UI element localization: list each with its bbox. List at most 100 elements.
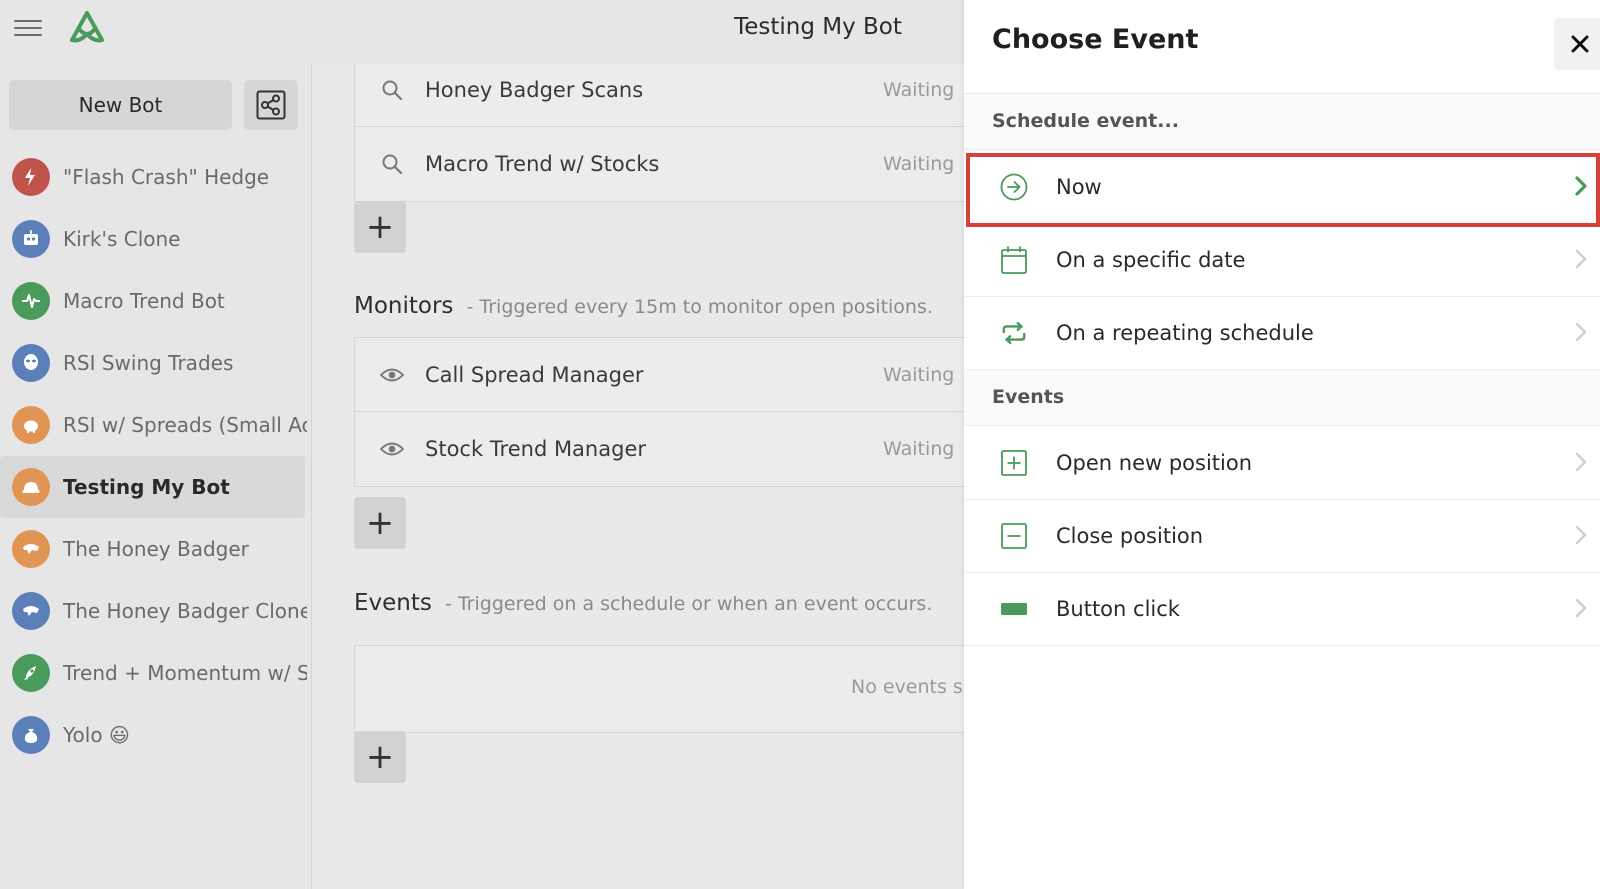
option-label: Now bbox=[1056, 175, 1102, 199]
option-repeating-schedule[interactable]: On a repeating schedule bbox=[964, 297, 1600, 370]
scan-label: Macro Trend w/ Stocks bbox=[425, 152, 660, 176]
minus-square-icon bbox=[1000, 522, 1028, 550]
scan-row-honey-badger[interactable]: Honey Badger Scans Waiting bbox=[355, 64, 964, 127]
lightning-icon bbox=[12, 158, 50, 196]
panel-title: Choose Event bbox=[992, 24, 1199, 55]
add-event-button[interactable]: + bbox=[354, 731, 406, 783]
bot-editor: Honey Badger Scans Waiting Macro Trend w… bbox=[312, 64, 964, 889]
bot-label: Testing My Bot bbox=[63, 475, 230, 499]
sidebar-bot-item[interactable]: Testing My Bot bbox=[0, 456, 305, 518]
share-icon bbox=[256, 90, 286, 120]
close-button[interactable] bbox=[1554, 18, 1600, 70]
new-bot-button[interactable]: New Bot bbox=[9, 80, 232, 130]
schedule-section-heading: Schedule event... bbox=[964, 94, 1600, 150]
option-label: Close position bbox=[1056, 524, 1204, 548]
events-heading: Events - Triggered on a schedule or when… bbox=[354, 590, 932, 616]
scans-card: Honey Badger Scans Waiting Macro Trend w… bbox=[354, 64, 964, 202]
sidebar-bot-item[interactable]: The Honey Badger Clone bbox=[0, 580, 312, 642]
add-monitor-button[interactable]: + bbox=[354, 497, 406, 549]
scan-label: Honey Badger Scans bbox=[425, 77, 644, 102]
page-title: Testing My Bot bbox=[734, 14, 902, 40]
monitors-title: Monitors bbox=[354, 293, 454, 319]
money-bag-icon bbox=[12, 716, 50, 754]
events-description: - Triggered on a schedule or when an eve… bbox=[444, 593, 933, 615]
chevron-right-icon bbox=[1574, 321, 1588, 347]
option-label: Open new position bbox=[1056, 451, 1253, 475]
top-bar: Testing My Bot bbox=[0, 0, 964, 64]
sidebar-bot-item[interactable]: RSI Swing Trades bbox=[0, 332, 312, 394]
option-button-click[interactable]: Button click bbox=[964, 573, 1600, 646]
option-close-position[interactable]: Close position bbox=[964, 500, 1600, 573]
chevron-right-icon bbox=[1574, 524, 1588, 550]
events-heading-label: Events bbox=[992, 386, 1065, 408]
schedule-heading-label: Schedule event... bbox=[992, 110, 1179, 132]
monitor-row-stock-trend[interactable]: Stock Trend Manager Waiting bbox=[355, 412, 964, 486]
bot-label: RSI Swing Trades bbox=[63, 351, 234, 375]
option-label: On a repeating schedule bbox=[1056, 321, 1314, 345]
sidebar-bot-item[interactable]: Kirk's Clone bbox=[0, 208, 312, 270]
bot-label: Macro Trend Bot bbox=[63, 289, 225, 313]
bot-label: Yolo 😃 bbox=[63, 723, 130, 747]
scan-status: Waiting bbox=[883, 78, 955, 101]
repeat-icon bbox=[1000, 319, 1028, 347]
chevron-right-icon bbox=[1574, 175, 1588, 201]
scan-row-macro-trend[interactable]: Macro Trend w/ Stocks Waiting bbox=[355, 127, 964, 201]
piggy-bank-icon bbox=[12, 406, 50, 444]
add-scan-button[interactable]: + bbox=[354, 201, 406, 253]
badger-icon bbox=[12, 592, 50, 630]
rocket-icon bbox=[12, 654, 50, 692]
sidebar-bot-item[interactable]: Trend + Momentum w/ S bbox=[0, 642, 312, 704]
option-label: On a specific date bbox=[1056, 248, 1246, 272]
bot-label: RSI w/ Spreads (Small Acc bbox=[63, 413, 307, 437]
share-button[interactable] bbox=[244, 80, 298, 130]
hard-hat-icon bbox=[12, 468, 50, 506]
monitors-card: Call Spread Manager Waiting Stock Trend … bbox=[354, 337, 964, 487]
sidebar-bot-item[interactable]: Macro Trend Bot bbox=[0, 270, 312, 332]
close-icon bbox=[1571, 35, 1589, 53]
eye-icon bbox=[377, 367, 407, 383]
monitors-heading: Monitors - Triggered every 15m to monito… bbox=[354, 293, 933, 319]
option-specific-date[interactable]: On a specific date bbox=[964, 224, 1600, 297]
bot-list: "Flash Crash" Hedge Kirk's Clone Macro Tre… bbox=[0, 146, 312, 766]
calendar-icon bbox=[1000, 246, 1028, 274]
events-title: Events bbox=[354, 590, 432, 616]
option-open-new-position[interactable]: Open new position bbox=[964, 427, 1600, 500]
robot-icon bbox=[12, 220, 50, 258]
sidebar-bot-item[interactable]: The Honey Badger bbox=[0, 518, 312, 580]
app-logo-icon[interactable] bbox=[66, 8, 108, 48]
hamburger-menu-icon[interactable] bbox=[14, 16, 42, 40]
alien-icon bbox=[12, 344, 50, 382]
sidebar: New Bot "Flash Crash" Hedge Kirk's Clone M… bbox=[0, 64, 312, 889]
bot-label: "Flash Crash" Hedge bbox=[63, 165, 270, 189]
monitor-status: Waiting bbox=[883, 363, 955, 386]
bot-label: Kirk's Clone bbox=[63, 227, 181, 251]
option-label: Button click bbox=[1056, 597, 1180, 621]
chevron-right-icon bbox=[1574, 248, 1588, 274]
monitors-description: - Triggered every 15m to monitor open po… bbox=[466, 296, 933, 318]
search-icon bbox=[377, 79, 407, 101]
monitor-label: Call Spread Manager bbox=[425, 362, 644, 387]
option-now[interactable]: Now bbox=[964, 151, 1600, 224]
chevron-right-icon bbox=[1574, 597, 1588, 623]
bot-label: Trend + Momentum w/ S bbox=[63, 661, 307, 685]
events-empty-state: No events s bbox=[354, 645, 964, 733]
badger-icon bbox=[12, 530, 50, 568]
search-icon bbox=[377, 153, 407, 175]
bot-label: The Honey Badger Clone bbox=[63, 599, 307, 623]
scan-status: Waiting bbox=[883, 153, 955, 175]
monitor-label: Stock Trend Manager bbox=[425, 437, 646, 461]
sidebar-bot-item[interactable]: "Flash Crash" Hedge bbox=[0, 146, 312, 208]
pulse-icon bbox=[12, 282, 50, 320]
bot-label: The Honey Badger bbox=[63, 537, 249, 561]
sidebar-bot-item[interactable]: Yolo 😃 bbox=[0, 704, 312, 766]
choose-event-panel: Choose Event Schedule event... Now On a … bbox=[964, 0, 1600, 889]
monitor-status: Waiting bbox=[883, 438, 955, 460]
arrow-circle-icon bbox=[1000, 173, 1028, 201]
events-section-heading: Events bbox=[964, 370, 1600, 426]
button-icon bbox=[1000, 595, 1028, 623]
plus-square-icon bbox=[1000, 449, 1028, 477]
sidebar-bot-item[interactable]: RSI w/ Spreads (Small Acc bbox=[0, 394, 312, 456]
eye-icon bbox=[377, 441, 407, 457]
chevron-right-icon bbox=[1574, 451, 1588, 477]
monitor-row-call-spread[interactable]: Call Spread Manager Waiting bbox=[355, 338, 964, 412]
